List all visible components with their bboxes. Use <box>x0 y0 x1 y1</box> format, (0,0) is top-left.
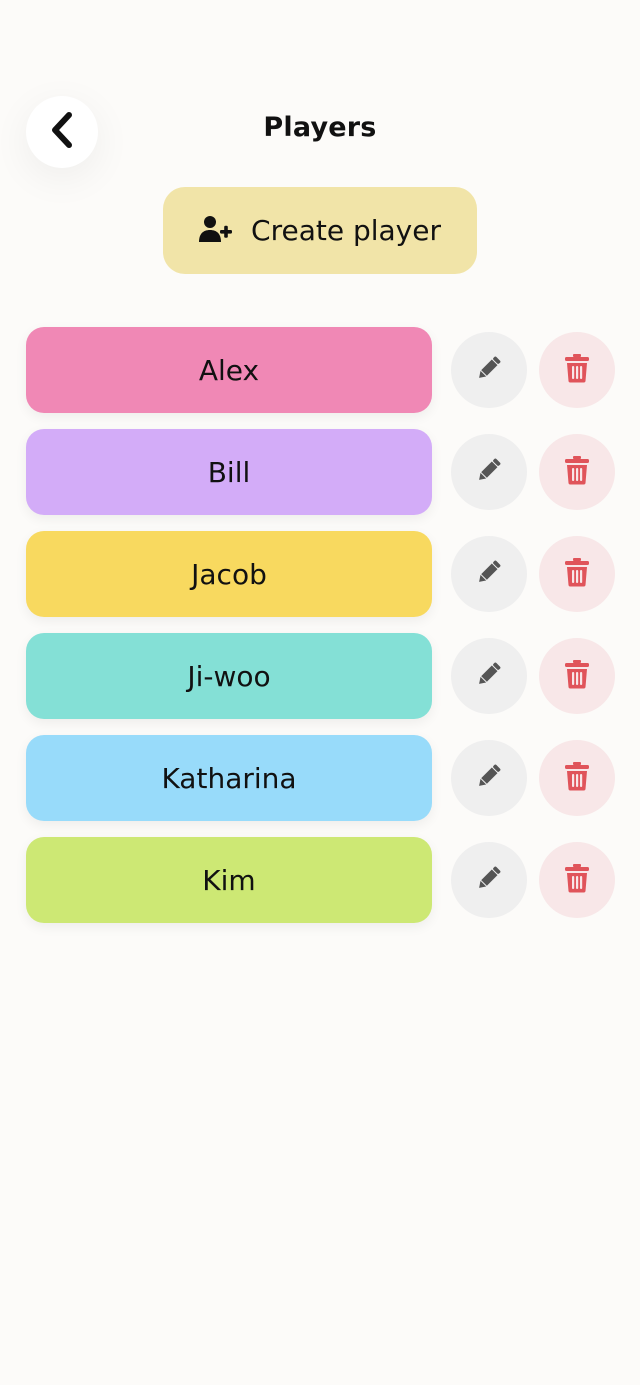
create-player-label: Create player <box>251 214 441 247</box>
player-row: Kim <box>26 837 616 923</box>
player-name: Ji-woo <box>187 659 271 693</box>
delete-player-button[interactable] <box>539 638 615 714</box>
pencil-icon <box>474 761 504 795</box>
trash-icon <box>564 557 590 591</box>
delete-player-button[interactable] <box>539 842 615 918</box>
edit-player-button[interactable] <box>451 434 527 510</box>
player-name: Bill <box>207 455 251 489</box>
create-player-button[interactable]: Create player <box>163 187 477 274</box>
player-name-button[interactable]: Bill <box>26 429 432 515</box>
player-name: Alex <box>198 353 260 387</box>
delete-player-button[interactable] <box>539 332 615 408</box>
edit-player-button[interactable] <box>451 638 527 714</box>
trash-icon <box>564 761 590 795</box>
player-list: Alex Bill Jacob Ji-woo Katharina Kim <box>26 327 616 939</box>
player-name-button[interactable]: Katharina <box>26 735 432 821</box>
players-screen: Players Create player Alex Bill Jacob Ji-wo… <box>0 0 640 1385</box>
player-name-button[interactable]: Ji-woo <box>26 633 432 719</box>
pencil-icon <box>474 863 504 897</box>
player-name-button[interactable]: Jacob <box>26 531 432 617</box>
pencil-icon <box>474 455 504 489</box>
player-row: Ji-woo <box>26 633 616 719</box>
edit-player-button[interactable] <box>451 740 527 816</box>
player-name-button[interactable]: Kim <box>26 837 432 923</box>
page-title: Players <box>263 112 377 143</box>
trash-icon <box>564 353 590 387</box>
trash-icon <box>564 863 590 897</box>
pencil-icon <box>474 557 504 591</box>
pencil-icon <box>474 353 504 387</box>
edit-player-button[interactable] <box>451 842 527 918</box>
player-name: Kim <box>202 863 256 897</box>
player-row: Bill <box>26 429 616 515</box>
delete-player-button[interactable] <box>539 434 615 510</box>
player-name-button[interactable]: Alex <box>26 327 432 413</box>
trash-icon <box>564 455 590 489</box>
player-row: Alex <box>26 327 616 413</box>
user-plus-icon <box>199 215 233 247</box>
pencil-icon <box>474 659 504 693</box>
player-name: Jacob <box>191 557 267 591</box>
edit-player-button[interactable] <box>451 332 527 408</box>
edit-player-button[interactable] <box>451 536 527 612</box>
player-name: Katharina <box>161 761 297 795</box>
trash-icon <box>564 659 590 693</box>
delete-player-button[interactable] <box>539 740 615 816</box>
delete-player-button[interactable] <box>539 536 615 612</box>
player-row: Katharina <box>26 735 616 821</box>
player-row: Jacob <box>26 531 616 617</box>
